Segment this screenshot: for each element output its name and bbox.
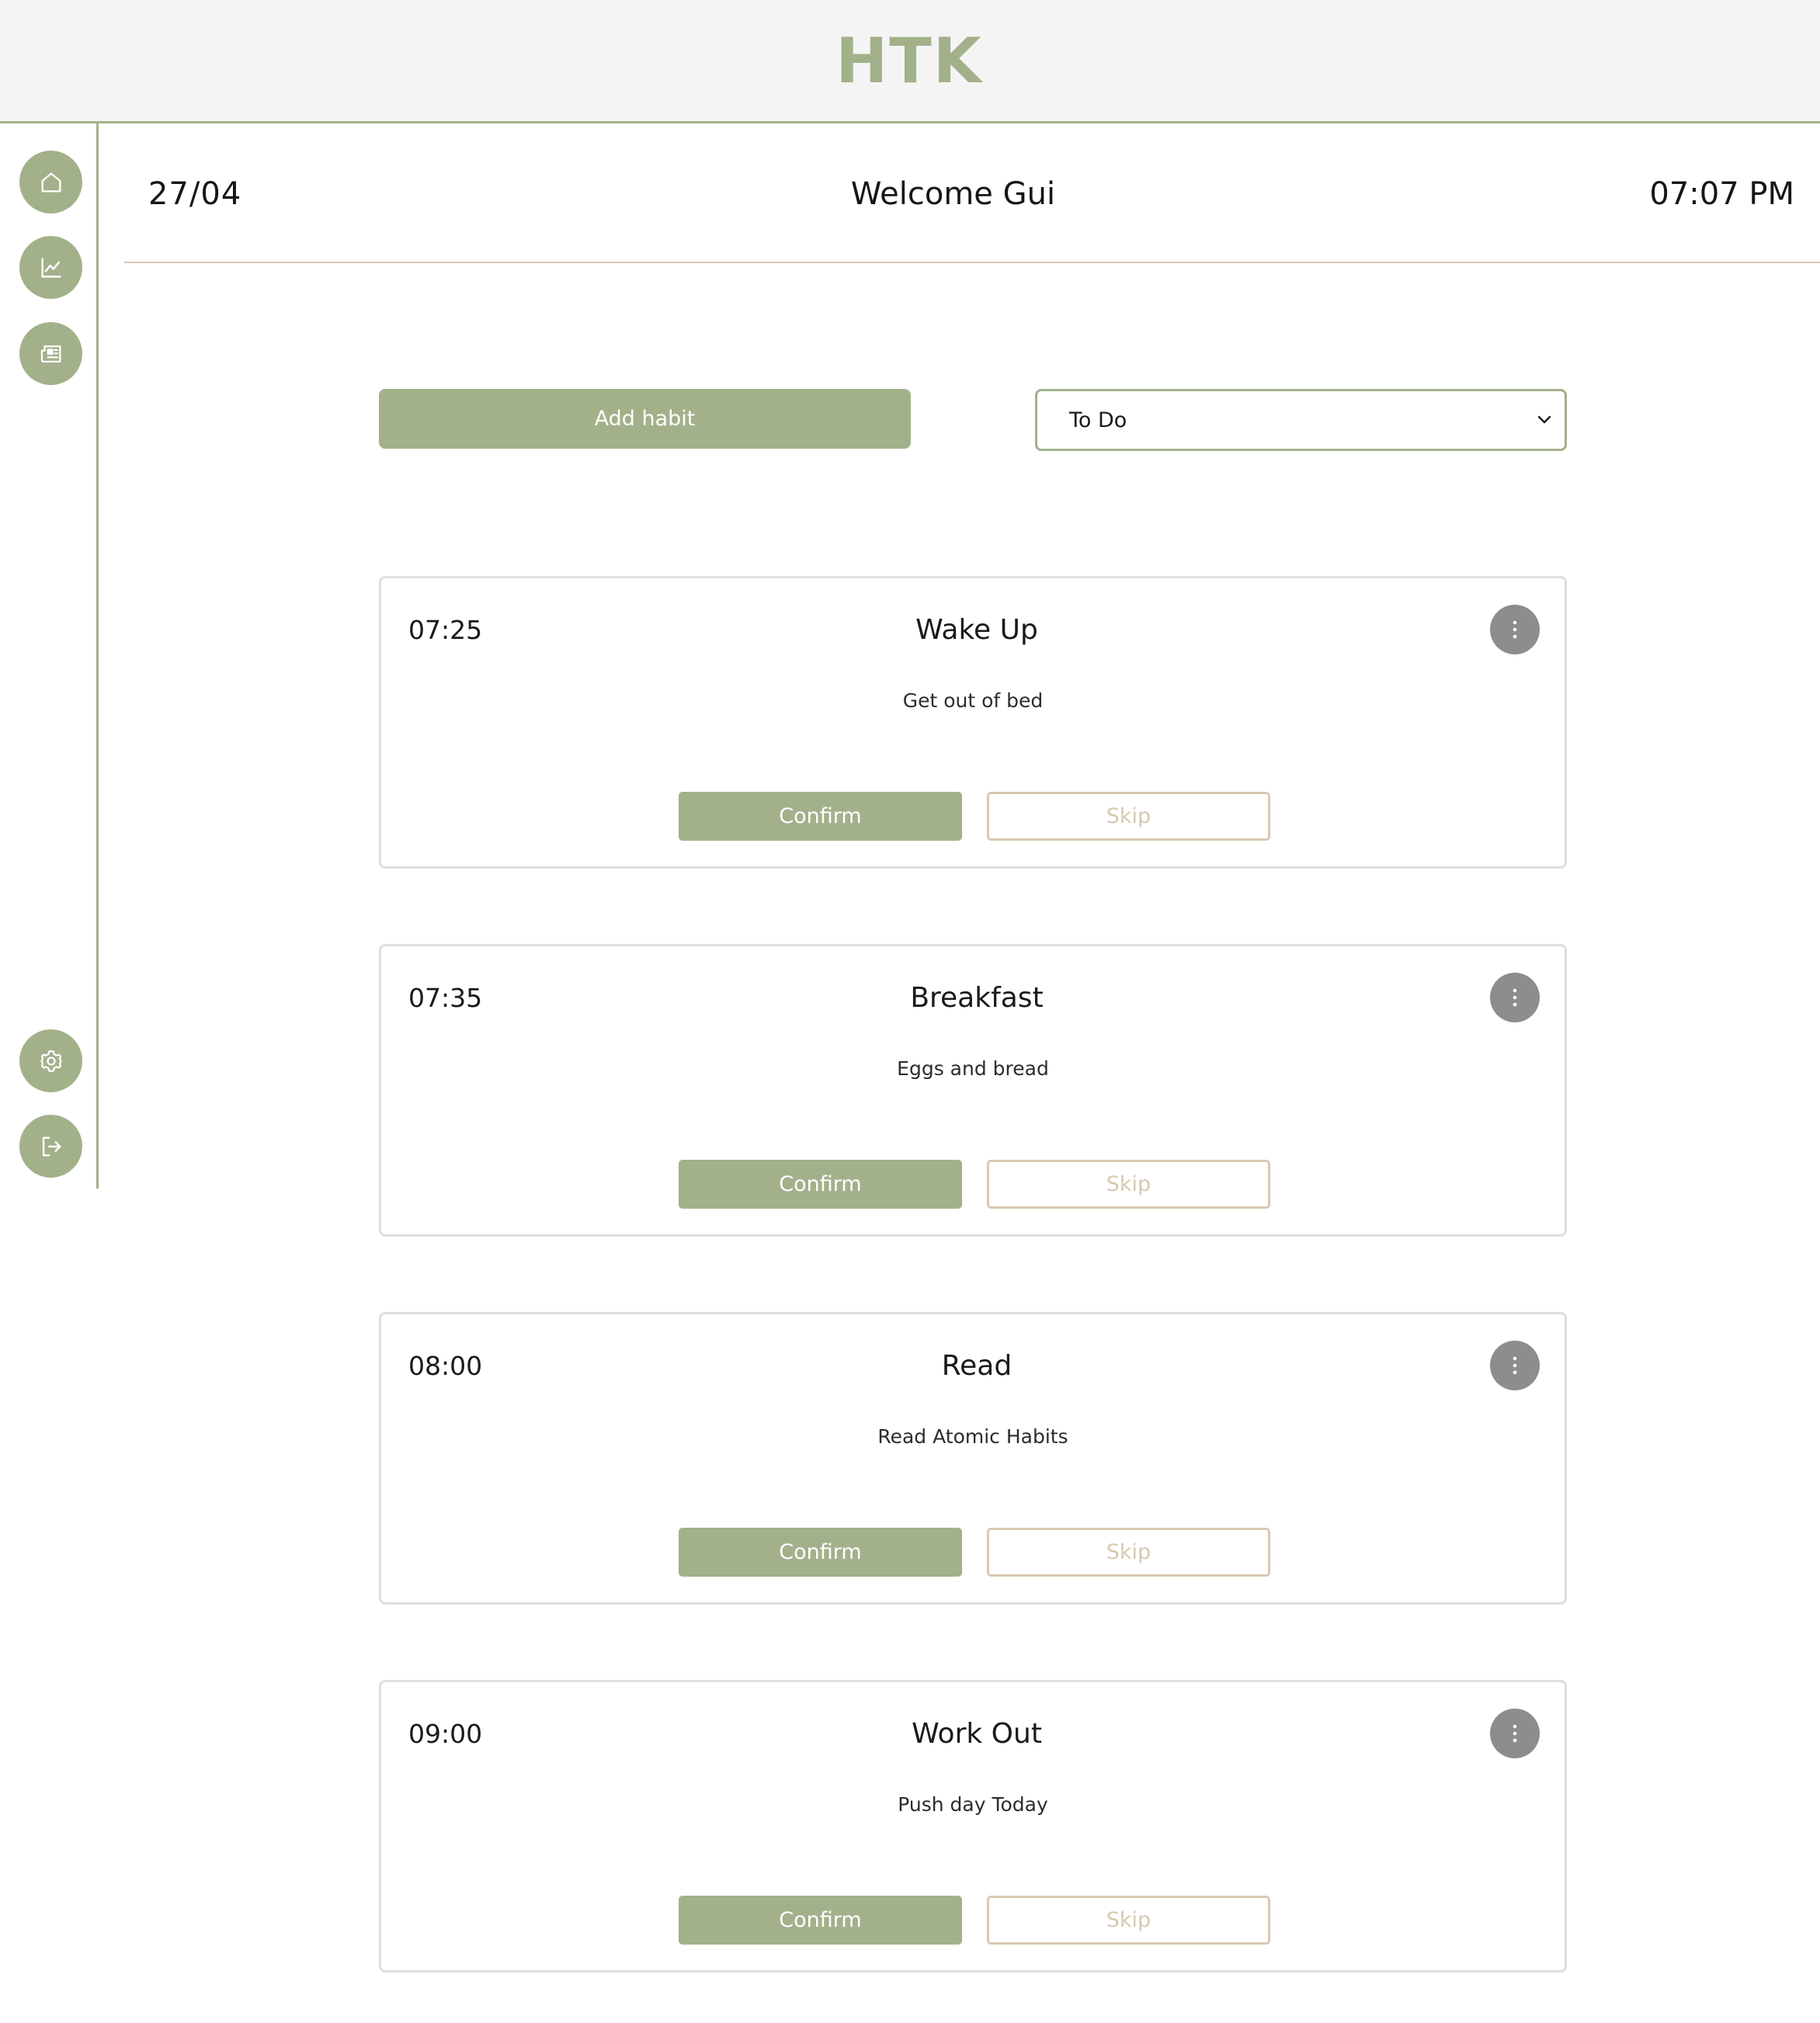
- more-vertical-icon: [1513, 620, 1517, 639]
- app-logo: HTK: [835, 24, 983, 97]
- habit-menu-button[interactable]: [1490, 973, 1540, 1022]
- habit-card: 07:35 Breakfast Eggs and bread Confirm S…: [379, 944, 1567, 1237]
- skip-button[interactable]: Skip: [987, 792, 1270, 841]
- habit-name: Wake Up: [915, 614, 1038, 646]
- gear-icon: [40, 1050, 62, 1072]
- status-filter-value: To Do: [1069, 408, 1127, 432]
- habit-card: 07:25 Wake Up Get out of bed Confirm Ski…: [379, 576, 1567, 869]
- confirm-button[interactable]: Confirm: [679, 1160, 962, 1209]
- habit-description: Eggs and bread: [897, 1057, 1049, 1080]
- habit-menu-button[interactable]: [1490, 605, 1540, 654]
- confirm-button[interactable]: Confirm: [679, 792, 962, 841]
- home-icon: [41, 172, 61, 192]
- more-vertical-icon: [1513, 1356, 1517, 1375]
- newspaper-icon: [40, 345, 61, 363]
- sidebar-home-button[interactable]: [19, 151, 82, 213]
- current-date: 27/04: [148, 176, 242, 212]
- chevron-down-icon: [1524, 400, 1565, 440]
- habit-description: Read Atomic Habits: [877, 1425, 1068, 1448]
- habit-name: Breakfast: [910, 982, 1044, 1014]
- chart-icon: [40, 257, 61, 278]
- sidebar-stats-button[interactable]: [19, 236, 82, 299]
- sidebar: [0, 123, 99, 1188]
- confirm-button[interactable]: Confirm: [679, 1528, 962, 1577]
- confirm-button[interactable]: Confirm: [679, 1896, 962, 1945]
- skip-button[interactable]: Skip: [987, 1160, 1270, 1209]
- top-bar: HTK: [0, 0, 1820, 123]
- logout-icon: [42, 1136, 61, 1157]
- welcome-heading: Welcome Gui: [850, 176, 1056, 212]
- habit-card: 09:00 Work Out Push day Today Confirm Sk…: [379, 1680, 1567, 1973]
- current-time: 07:07 PM: [1649, 176, 1794, 212]
- add-habit-button[interactable]: Add habit: [379, 389, 911, 449]
- habit-card: 08:00 Read Read Atomic Habits Confirm Sk…: [379, 1312, 1567, 1605]
- status-filter-select[interactable]: To Do: [1035, 389, 1567, 451]
- habit-menu-button[interactable]: [1490, 1709, 1540, 1758]
- skip-button[interactable]: Skip: [987, 1896, 1270, 1945]
- divider: [124, 262, 1820, 263]
- sidebar-journal-button[interactable]: [19, 322, 82, 385]
- more-vertical-icon: [1513, 988, 1517, 1007]
- habit-menu-button[interactable]: [1490, 1341, 1540, 1390]
- habit-description: Push day Today: [898, 1793, 1048, 1816]
- sidebar-settings-button[interactable]: [19, 1029, 82, 1092]
- habit-description: Get out of bed: [902, 689, 1044, 712]
- habit-name: Read: [941, 1350, 1012, 1382]
- habit-name: Work Out: [912, 1718, 1042, 1750]
- skip-button[interactable]: Skip: [987, 1528, 1270, 1577]
- more-vertical-icon: [1513, 1724, 1517, 1743]
- sidebar-logout-button[interactable]: [19, 1115, 82, 1178]
